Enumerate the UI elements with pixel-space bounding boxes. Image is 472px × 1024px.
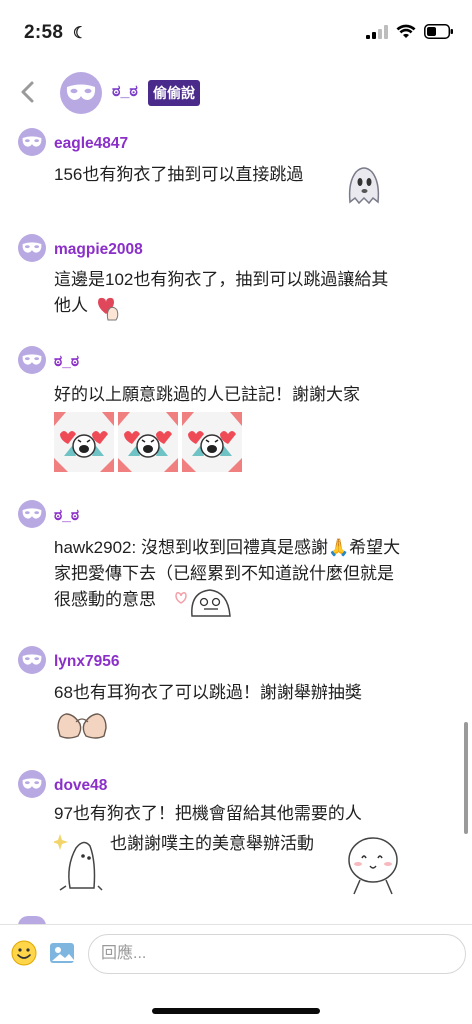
sparkle-character-emoticon bbox=[54, 834, 103, 891]
response-item: magpie2008 這邊是102也有狗衣了，抽到可以跳過讓給其 他人 bbox=[0, 234, 472, 344]
text-line: 97也有狗衣了！把機會留給其他需要的人 bbox=[54, 804, 362, 823]
username[interactable]: lynx7956 bbox=[54, 653, 120, 671]
blushing-blob-emoticon bbox=[175, 589, 231, 617]
mask-icon bbox=[66, 84, 96, 100]
user-avatar[interactable] bbox=[18, 646, 46, 674]
user-avatar[interactable] bbox=[18, 346, 46, 374]
emoticon-button[interactable] bbox=[10, 939, 38, 967]
heart-hand-emoticon bbox=[98, 297, 119, 321]
heart-hands-emoticon bbox=[57, 713, 107, 739]
crying-sticker[interactable] bbox=[182, 412, 242, 472]
clock-text: 2:58 bbox=[24, 22, 64, 43]
user-avatar[interactable] bbox=[18, 128, 46, 156]
wifi-icon bbox=[396, 24, 416, 38]
response-text: 156也有狗衣了抽到可以直接跳過 bbox=[54, 162, 454, 188]
text-line: 家把愛傳下去（已經累到不知道說什麼但就是 bbox=[54, 564, 394, 583]
home-indicator[interactable] bbox=[152, 1008, 320, 1014]
mask-icon bbox=[22, 654, 42, 665]
moon-icon: ☾ bbox=[72, 25, 88, 42]
response-text: 好的以上願意跳過的人已註記！謝謝大家 bbox=[54, 382, 454, 408]
ghost-emoticon bbox=[348, 167, 380, 205]
anonymous-badge: 偷偷說 bbox=[148, 80, 200, 106]
mask-icon bbox=[22, 354, 42, 365]
username[interactable]: magpie2008 bbox=[54, 241, 143, 259]
reply-input[interactable] bbox=[88, 934, 466, 974]
mask-icon bbox=[22, 136, 42, 147]
user-avatar[interactable] bbox=[18, 234, 46, 262]
author-avatar[interactable] bbox=[60, 72, 102, 114]
username[interactable]: dove48 bbox=[54, 777, 107, 795]
thread-header: ಠ_ಠ 偷偷說 bbox=[0, 64, 472, 124]
response-feed: eagle4847 156也有狗衣了抽到可以直接跳過 magpie2008 這邊… bbox=[0, 124, 472, 924]
response-item: ಠ_ಠ 好的以上願意跳過的人已註記！謝謝大家 bbox=[0, 346, 472, 482]
response-text: hawk2902: 沒想到收到回禮真是感謝🙏希望大 家把愛傳下去（已經累到不知道… bbox=[54, 535, 454, 613]
mask-icon bbox=[22, 778, 42, 789]
text-line: 156也有狗衣了抽到可以直接跳過 bbox=[54, 165, 304, 184]
response-item: eagle4847 156也有狗衣了抽到可以直接跳過 bbox=[0, 128, 472, 228]
username[interactable]: ಠ_ಠ bbox=[54, 507, 79, 525]
user-avatar[interactable] bbox=[18, 770, 46, 798]
scrollbar-thumb[interactable] bbox=[464, 722, 468, 834]
status-icons bbox=[366, 24, 454, 39]
mask-icon bbox=[22, 242, 42, 253]
username[interactable]: ಠ_ಠ bbox=[54, 353, 79, 371]
happy-blob-emoticon bbox=[348, 837, 398, 895]
image-upload-button[interactable] bbox=[48, 939, 76, 967]
crying-sticker-icon bbox=[118, 412, 178, 472]
crying-sticker[interactable] bbox=[54, 412, 114, 472]
response-text: 97也有狗衣了！把機會留給其他需要的人 bbox=[54, 801, 454, 827]
response-item: ಠ_ಠ hawk2902: 沒想到收到回禮真是感謝🙏希望大 家把愛傳下去（已經累… bbox=[0, 500, 472, 630]
status-bar: 2:58 ☾ bbox=[0, 0, 472, 60]
author-name[interactable]: ಠ_ಠ bbox=[112, 83, 138, 101]
battery-icon bbox=[424, 24, 453, 39]
crying-sticker-icon bbox=[54, 412, 114, 472]
reply-bar bbox=[0, 924, 472, 984]
user-avatar[interactable] bbox=[18, 916, 46, 924]
response-item: dove48 97也有狗衣了！把機會留給其他需要的人 也謝謝噗主的美意舉辦活動 bbox=[0, 770, 472, 910]
mask-icon bbox=[22, 508, 42, 519]
text-line: 好的以上願意跳過的人已註記！謝謝大家 bbox=[54, 385, 360, 404]
back-button[interactable] bbox=[14, 78, 42, 106]
response-item: lynx7956 68也有耳狗衣了可以跳過！謝謝舉辦抽獎 bbox=[0, 646, 472, 756]
text-line: 很感動的意思 bbox=[54, 590, 156, 609]
user-avatar[interactable] bbox=[18, 500, 46, 528]
image-icon bbox=[50, 943, 74, 963]
username[interactable]: eagle4847 bbox=[54, 135, 128, 153]
crying-sticker[interactable] bbox=[118, 412, 178, 472]
text-line: 這邊是102也有狗衣了，抽到可以跳過讓給其 bbox=[54, 270, 389, 289]
cellular-signal-icon bbox=[366, 24, 388, 39]
text-line: 68也有耳狗衣了可以跳過！謝謝舉辦抽獎 bbox=[54, 683, 362, 702]
status-time: 2:58 ☾ bbox=[24, 22, 87, 44]
smiley-icon bbox=[11, 940, 37, 966]
chevron-left-icon bbox=[21, 81, 34, 103]
response-text: 68也有耳狗衣了可以跳過！謝謝舉辦抽獎 bbox=[54, 680, 454, 706]
text-line: hawk2902: 沒想到收到回禮真是感謝🙏希望大 bbox=[54, 538, 401, 557]
crying-sticker-icon bbox=[182, 412, 242, 472]
